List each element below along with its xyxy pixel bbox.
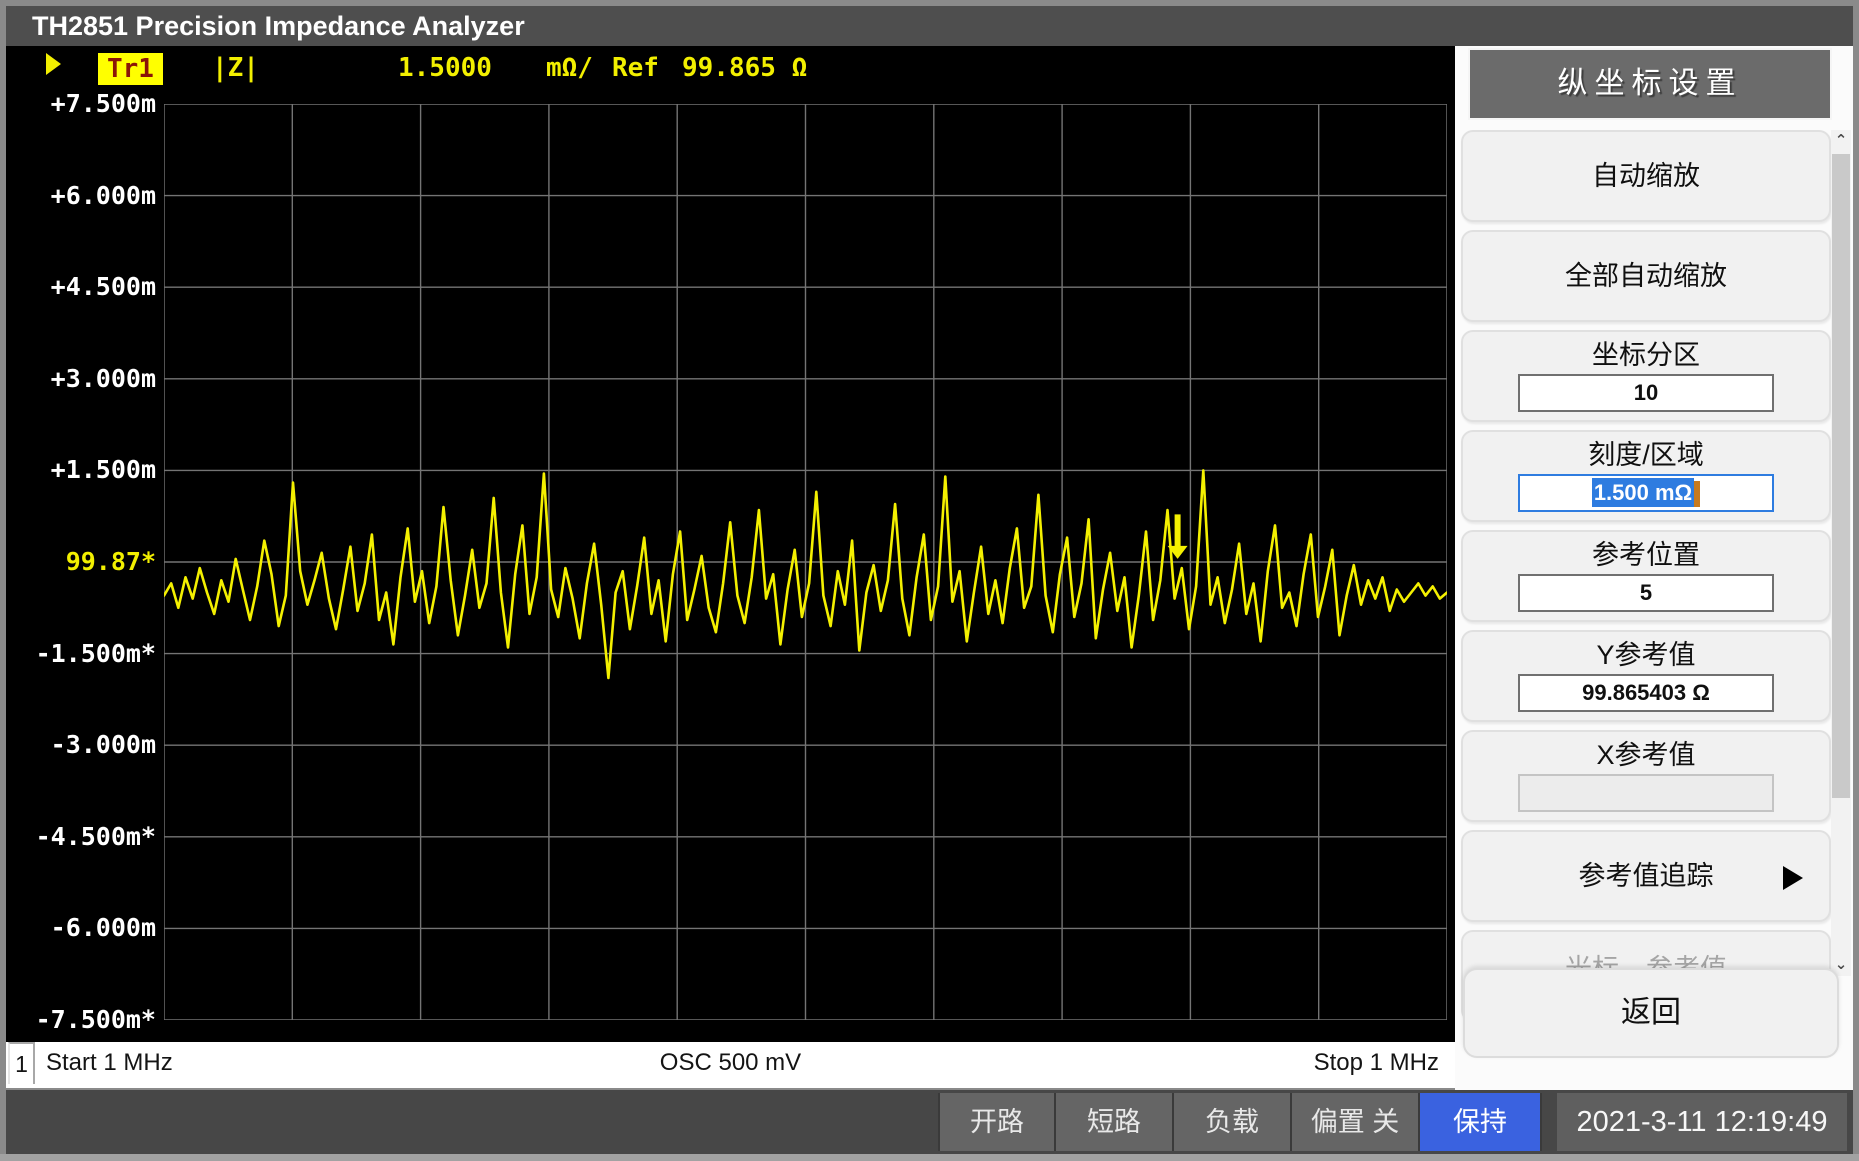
ref-position-input[interactable]: 5	[1518, 574, 1774, 612]
active-trace-arrow-icon	[46, 53, 61, 75]
x-ref-value-group: X参考值	[1461, 730, 1831, 822]
panel-scrollbar[interactable]: ⌃ ⌄	[1831, 130, 1851, 976]
load-button[interactable]: 负载	[1174, 1093, 1292, 1151]
osc-level-label: OSC 500 mV	[6, 1049, 1455, 1077]
app-window: TH2851 Precision Impedance Analyzer Tr1 …	[0, 0, 1859, 1161]
window-bottom-edge	[0, 1154, 1859, 1161]
hold-button[interactable]: 保持	[1420, 1093, 1542, 1151]
x-ref-value-label: X参考值	[1463, 738, 1829, 772]
trace-ref-value: 99.865 Ω	[682, 53, 807, 83]
measurement-grid	[164, 104, 1447, 1020]
auto-scale-button[interactable]: 自动缩放	[1461, 130, 1831, 222]
window-title: TH2851 Precision Impedance Analyzer	[32, 11, 525, 41]
y-tick-label: -4.500m*	[6, 822, 156, 852]
bottom-bar: 开路短路负载偏置 关保持 2021-3-11 12:19:49	[6, 1090, 1853, 1154]
x-ref-value-input	[1518, 774, 1774, 812]
auto-scale-all-button[interactable]: 全部自动缩放	[1461, 230, 1831, 322]
trace-parameter: |Z|	[212, 53, 259, 83]
y-ref-value-label: Y参考值	[1463, 638, 1829, 672]
divisions-label: 坐标分区	[1463, 338, 1829, 372]
scroll-up-icon[interactable]: ⌃	[1831, 130, 1851, 152]
scale-per-div-input[interactable]: 1.500 mΩ	[1518, 474, 1774, 512]
trace-ref-label: Ref	[612, 53, 659, 83]
divisions-input[interactable]: 10	[1518, 374, 1774, 412]
selected-text: 1.500 mΩ	[1592, 478, 1694, 507]
chart-region: Tr1 |Z| 1.5000 mΩ/ Ref 99.865 Ω +7.500m +…	[6, 46, 1455, 1042]
scrollbar-thumb[interactable]	[1832, 154, 1850, 798]
y-tick-label: -7.500m*	[6, 1005, 156, 1035]
y-ref-value-group: Y参考值 99.865403 Ω	[1461, 630, 1831, 722]
text-caret	[1694, 481, 1700, 507]
panel-header: 纵坐标设置	[1468, 48, 1832, 120]
y-axis-settings-panel: 纵坐标设置 自动缩放 全部自动缩放 坐标分区 10 刻度/区域 1.500 mΩ…	[1455, 46, 1853, 1090]
open-circuit-button[interactable]: 开路	[938, 1093, 1056, 1151]
y-tick-label: +6.000m	[6, 181, 156, 211]
trace-scale-value: 1.5000	[398, 53, 492, 83]
sweep-stop-label: Stop 1 MHz	[1314, 1049, 1439, 1077]
scale-per-div-group: 刻度/区域 1.500 mΩ	[1461, 430, 1831, 522]
ref-tracking-button[interactable]: 参考值追踪	[1461, 830, 1831, 922]
ref-position-label: 参考位置	[1463, 538, 1829, 572]
trace-name-badge[interactable]: Tr1	[98, 53, 163, 85]
y-ref-value-input[interactable]: 99.865403 Ω	[1518, 674, 1774, 712]
y-tick-label: +3.000m	[6, 364, 156, 394]
correction-buttons: 开路短路负载偏置 关保持	[938, 1093, 1542, 1151]
return-button[interactable]: 返回	[1463, 968, 1839, 1058]
sweep-status-strip: 1 Start 1 MHz OSC 500 mV Stop 1 MHz	[6, 1042, 1455, 1088]
trace-info-row: Tr1 |Z| 1.5000 mΩ/ Ref 99.865 Ω	[6, 52, 1455, 86]
bias-off-button[interactable]: 偏置 关	[1292, 1093, 1420, 1151]
y-tick-label: +4.500m	[6, 272, 156, 302]
trace-scale-unit: mΩ/	[546, 53, 593, 83]
submenu-arrow-icon	[1783, 866, 1803, 890]
y-ref-tick-label: 99.87*	[6, 547, 156, 577]
y-tick-label: +1.500m	[6, 455, 156, 485]
y-tick-label: -6.000m	[6, 913, 156, 943]
title-bar: TH2851 Precision Impedance Analyzer	[6, 6, 1853, 46]
scale-per-div-label: 刻度/区域	[1463, 438, 1829, 472]
y-tick-label: -1.500m*	[6, 639, 156, 669]
y-tick-label: +7.500m	[6, 89, 156, 119]
short-circuit-button[interactable]: 短路	[1056, 1093, 1174, 1151]
y-tick-label: -3.000m	[6, 730, 156, 760]
divisions-group: 坐标分区 10	[1461, 330, 1831, 422]
datetime-display: 2021-3-11 12:19:49	[1557, 1093, 1847, 1151]
ref-position-group: 参考位置 5	[1461, 530, 1831, 622]
y-axis-labels: +7.500m+6.000m+4.500m+3.000m+1.500m99.87…	[6, 104, 158, 1020]
